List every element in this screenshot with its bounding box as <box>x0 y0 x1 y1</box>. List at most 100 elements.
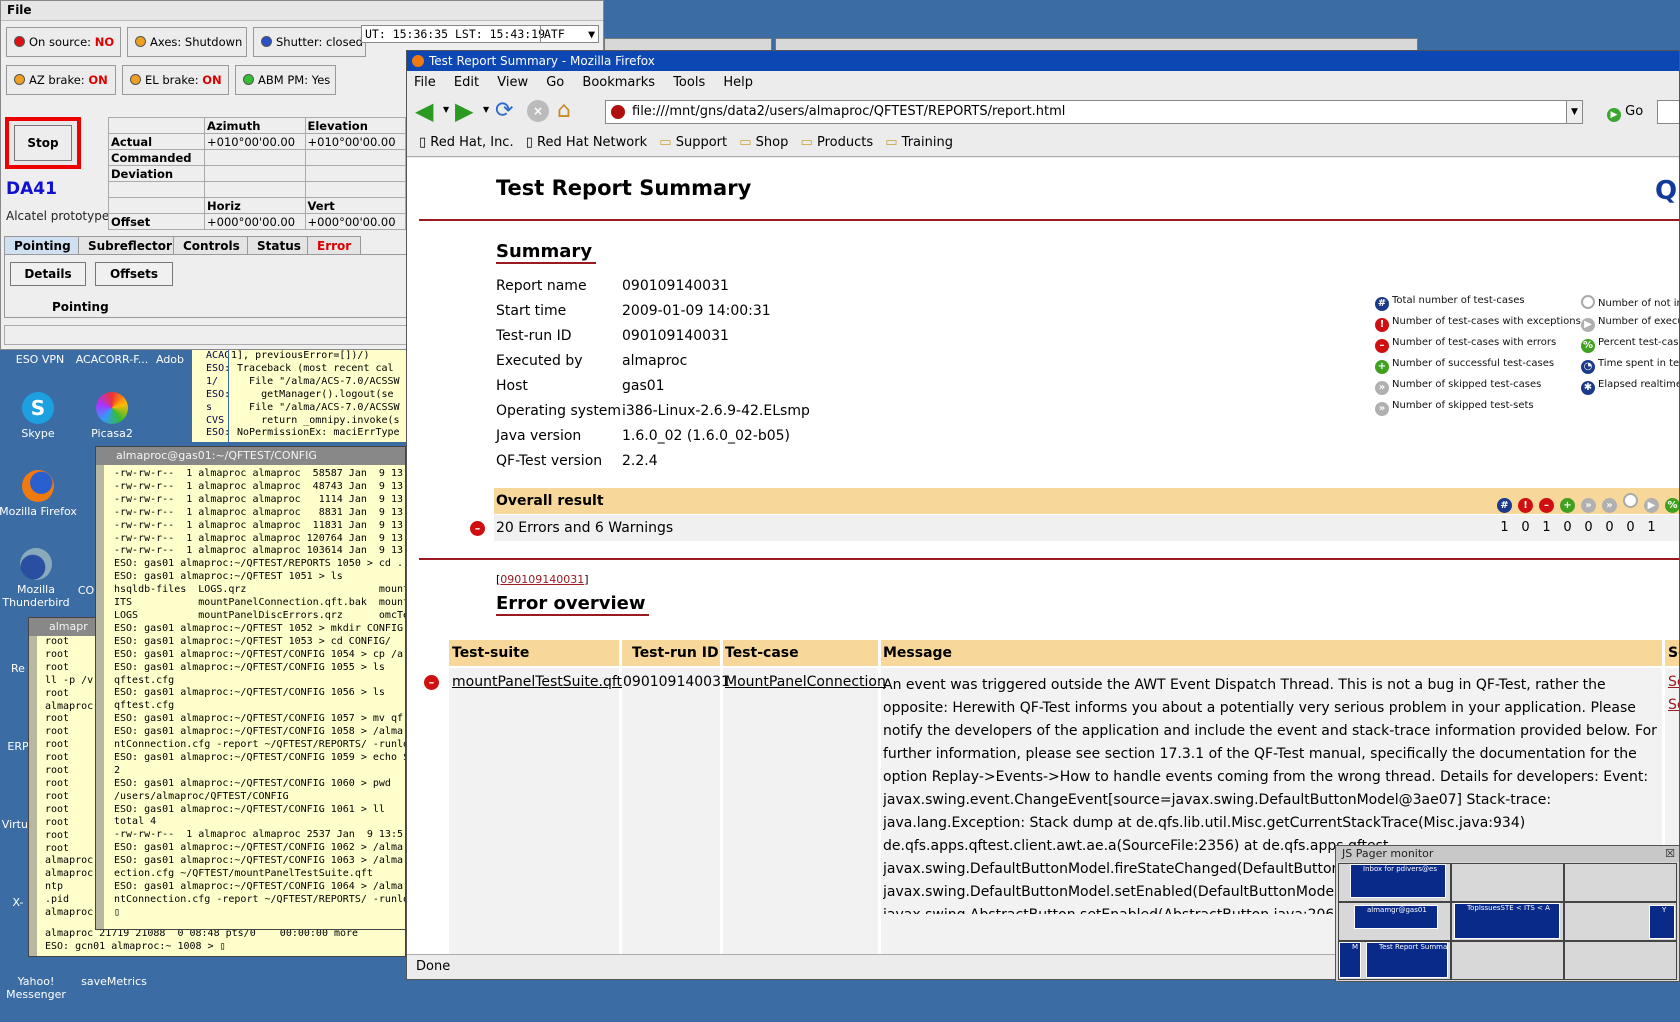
commanded-el <box>304 149 406 166</box>
python-terminal[interactable]: 1], previousError=[])/) Traceback (most … <box>229 350 406 442</box>
pointing-panel-label: Pointing <box>52 300 109 314</box>
menu-help[interactable]: Help <box>723 75 753 90</box>
row-divider <box>619 668 622 956</box>
page-icon <box>611 105 625 119</box>
success-icon: + <box>1560 498 1575 513</box>
stop-button[interactable]: Stop <box>14 125 72 161</box>
pager-monitor[interactable]: JS Pager monitor ☒ Inbox for pdivers@es a… <box>1335 845 1680 982</box>
url-dropdown-icon[interactable]: ▼ <box>1566 101 1582 123</box>
pager-window[interactable]: TopIssuesSTE < ITS < A <box>1454 903 1560 939</box>
back-terminal-scrollbar[interactable] <box>29 636 37 956</box>
file-menu[interactable]: File <box>7 3 32 17</box>
deviation-az <box>204 165 306 182</box>
go-button[interactable]: ▶ Go <box>1607 104 1643 122</box>
pager-window[interactable]: Test Report Summar <box>1366 942 1448 978</box>
reload-icon[interactable]: ⟳ <box>495 99 513 123</box>
test-case-link[interactable]: MountPanelConnection <box>725 674 886 690</box>
desktop-icon-thunderbird[interactable]: Mozilla Thunderbird <box>0 548 74 609</box>
bookmark-shop[interactable]: ▭ Shop <box>739 135 788 150</box>
legend-item: ◔ Time spent in tes <box>1581 358 1679 374</box>
tab-subreflector[interactable]: Subreflector <box>78 236 182 255</box>
column-header: Test-run ID <box>632 645 719 661</box>
desktop-icon-eso-vpn[interactable]: ESO VPN <box>0 353 80 366</box>
screenshot-link[interactable]: Sc <box>1668 697 1679 713</box>
legend-item: ✱ Elapsed realtime <box>1581 379 1679 395</box>
menu-tools[interactable]: Tools <box>673 75 705 90</box>
pager-desktop-3[interactable] <box>1564 863 1677 902</box>
time-mode-select[interactable]: ATF ▼ <box>540 26 598 42</box>
firefox-titlebar[interactable]: Test Report Summary - Mozilla Firefox <box>407 51 1679 71</box>
offsets-button[interactable]: Offsets <box>95 262 173 286</box>
executed-icon: ▶ <box>1581 318 1595 332</box>
tab-controls[interactable]: Controls <box>173 236 250 255</box>
back-dropdown-icon[interactable]: ▼ <box>443 105 449 114</box>
main-terminal-title[interactable]: almaproc@gas01:~/QFTEST/CONFIG <box>96 447 405 465</box>
test-run-id: 090109140031 <box>623 674 730 690</box>
pager-title[interactable]: JS Pager monitor ☒ <box>1336 846 1679 862</box>
main-terminal[interactable]: almaproc@gas01:~/QFTEST/CONFIG -rw-rw-r-… <box>95 446 406 930</box>
test-suite-link[interactable]: mountPanelTestSuite.qft <box>452 674 622 690</box>
bookmark-products[interactable]: ▭ Products <box>801 135 874 150</box>
small-terminal[interactable]: ACACO ESO: 1/ ESO: s CVS ESO: <box>192 350 228 442</box>
back-arrow-icon[interactable]: ◀ <box>415 98 433 124</box>
tab-pointing[interactable]: Pointing <box>4 236 81 255</box>
overall-result-row: 20 Errors and 6 Warnings 10100001 <box>494 515 1679 541</box>
percent-icon: % <box>1665 498 1679 513</box>
summary-row: Operating system i386-Linux-2.6.9-42.ELsm… <box>496 403 810 419</box>
desktop-icon-skype[interactable]: S Skype <box>0 392 78 440</box>
desktop-icon-picasa[interactable]: Picasa2 <box>72 392 152 440</box>
deviation-el <box>304 165 406 182</box>
bookmark-support[interactable]: ▭ Support <box>659 135 727 150</box>
screenshot-link[interactable]: Sc <box>1668 674 1679 690</box>
url-bar[interactable]: file:///mnt/gns/data2/users/almaproc/QFT… <box>605 100 1583 124</box>
page-bookmark-icon: ▯ <box>525 135 533 150</box>
home-icon[interactable]: ⌂ <box>557 98 571 124</box>
report-title: Test Report Summary <box>496 176 752 200</box>
details-button[interactable]: Details <box>10 262 86 286</box>
exception-icon: ! <box>1518 498 1533 513</box>
pager-window[interactable]: Y <box>1649 905 1675 939</box>
pager-window[interactable]: almamgr@gas01 <box>1354 905 1438 929</box>
back-terminal-bottom-text: almaproc 21719 21088 0 08:48 pts/0 00:00… <box>45 928 359 953</box>
forward-dropdown-icon[interactable]: ▼ <box>483 105 489 114</box>
column-header: Message <box>883 645 953 661</box>
pager-desktop-8[interactable] <box>1451 941 1564 980</box>
menu-bookmarks[interactable]: Bookmarks <box>582 75 655 90</box>
bookmark-training[interactable]: ▭ Training <box>885 135 953 150</box>
summary-row: Host gas01 <box>496 378 665 394</box>
search-box[interactable] <box>1657 100 1679 124</box>
offset-h: +000°00'00.00 <box>204 213 306 230</box>
tab-error[interactable]: Error <box>307 236 362 255</box>
pager-desktop-2[interactable] <box>1451 863 1564 902</box>
summary-heading: Summary <box>496 241 597 264</box>
bookmarks-toolbar: ▯ Red Hat, Inc. ▯ Red Hat Network ▭ Supp… <box>407 129 1679 157</box>
tab-status[interactable]: Status <box>247 236 311 255</box>
col-divider <box>720 640 723 666</box>
close-icon[interactable]: ☒ <box>1665 846 1675 862</box>
bookmark-redhat[interactable]: ▯ Red Hat, Inc. <box>419 135 514 150</box>
bookmark-redhat-network[interactable]: ▯ Red Hat Network <box>526 135 647 150</box>
on-source-indicator: On source: NO <box>6 27 121 57</box>
menu-go[interactable]: Go <box>546 75 564 90</box>
run-link[interactable]: [090109140031] <box>496 573 589 586</box>
stop-highlight: Stop <box>5 117 81 169</box>
desktop-icon-savemetrics[interactable]: saveMetrics <box>74 975 154 988</box>
firefox-icon <box>22 470 54 502</box>
desktop-icon-firefox[interactable]: Mozilla Firefox <box>0 470 78 518</box>
pager-window[interactable]: M <box>1339 942 1361 978</box>
section-rule <box>419 558 1679 560</box>
pager-desktop-9[interactable] <box>1564 941 1677 980</box>
commanded-az <box>204 149 306 166</box>
main-terminal-scrollbar[interactable] <box>96 465 104 929</box>
stop-icon[interactable]: × <box>527 100 549 122</box>
pager-window[interactable]: Inbox for pdivers@es <box>1350 864 1446 898</box>
antenna-name: DA41 <box>6 179 57 199</box>
firefox-window[interactable]: Test Report Summary - Mozilla Firefox Fi… <box>406 50 1680 980</box>
go-icon: ▶ <box>1607 108 1621 122</box>
menu-view[interactable]: View <box>497 75 528 90</box>
desktop-icon-yahoo[interactable]: Yahoo! Messenger <box>0 975 76 1001</box>
menu-file[interactable]: File <box>414 75 436 90</box>
forward-arrow-icon[interactable]: ▶ <box>455 98 473 124</box>
page-content[interactable]: Test Report Summary QF Summary Report na… <box>407 158 1679 956</box>
menu-edit[interactable]: Edit <box>454 75 479 90</box>
